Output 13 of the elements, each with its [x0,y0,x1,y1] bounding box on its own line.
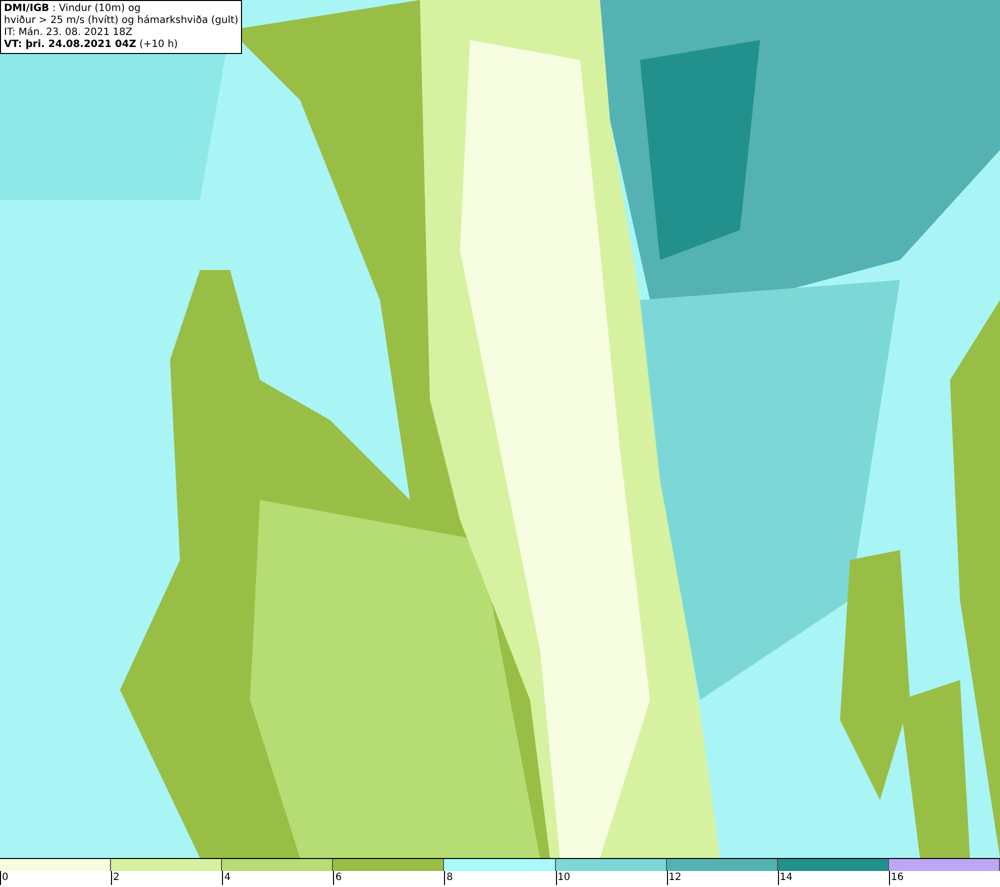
legend-label: 14 [778,871,792,885]
legend-label: 12 [666,871,682,885]
legend-label: 10 [556,871,570,885]
info-text: VT: þri. 24.08.2021 04Z (+10 h) [4,39,179,51]
info-text: IT: Mán. 23. 08. 2021 18Z [4,27,134,39]
legend-label: 6 [333,871,342,885]
info-text: hviður > 25 m/s (hvítt) og hámarkshviða (gult) [4,15,238,27]
legend-label: 4 [222,871,231,885]
legend-label: 8 [444,871,453,885]
legend-label: 0 [0,871,8,885]
info-text: DMI/IGB : Vindur (10m) og [4,3,142,15]
legend-label: 2 [111,871,120,885]
legend-label: 16 [888,871,904,885]
